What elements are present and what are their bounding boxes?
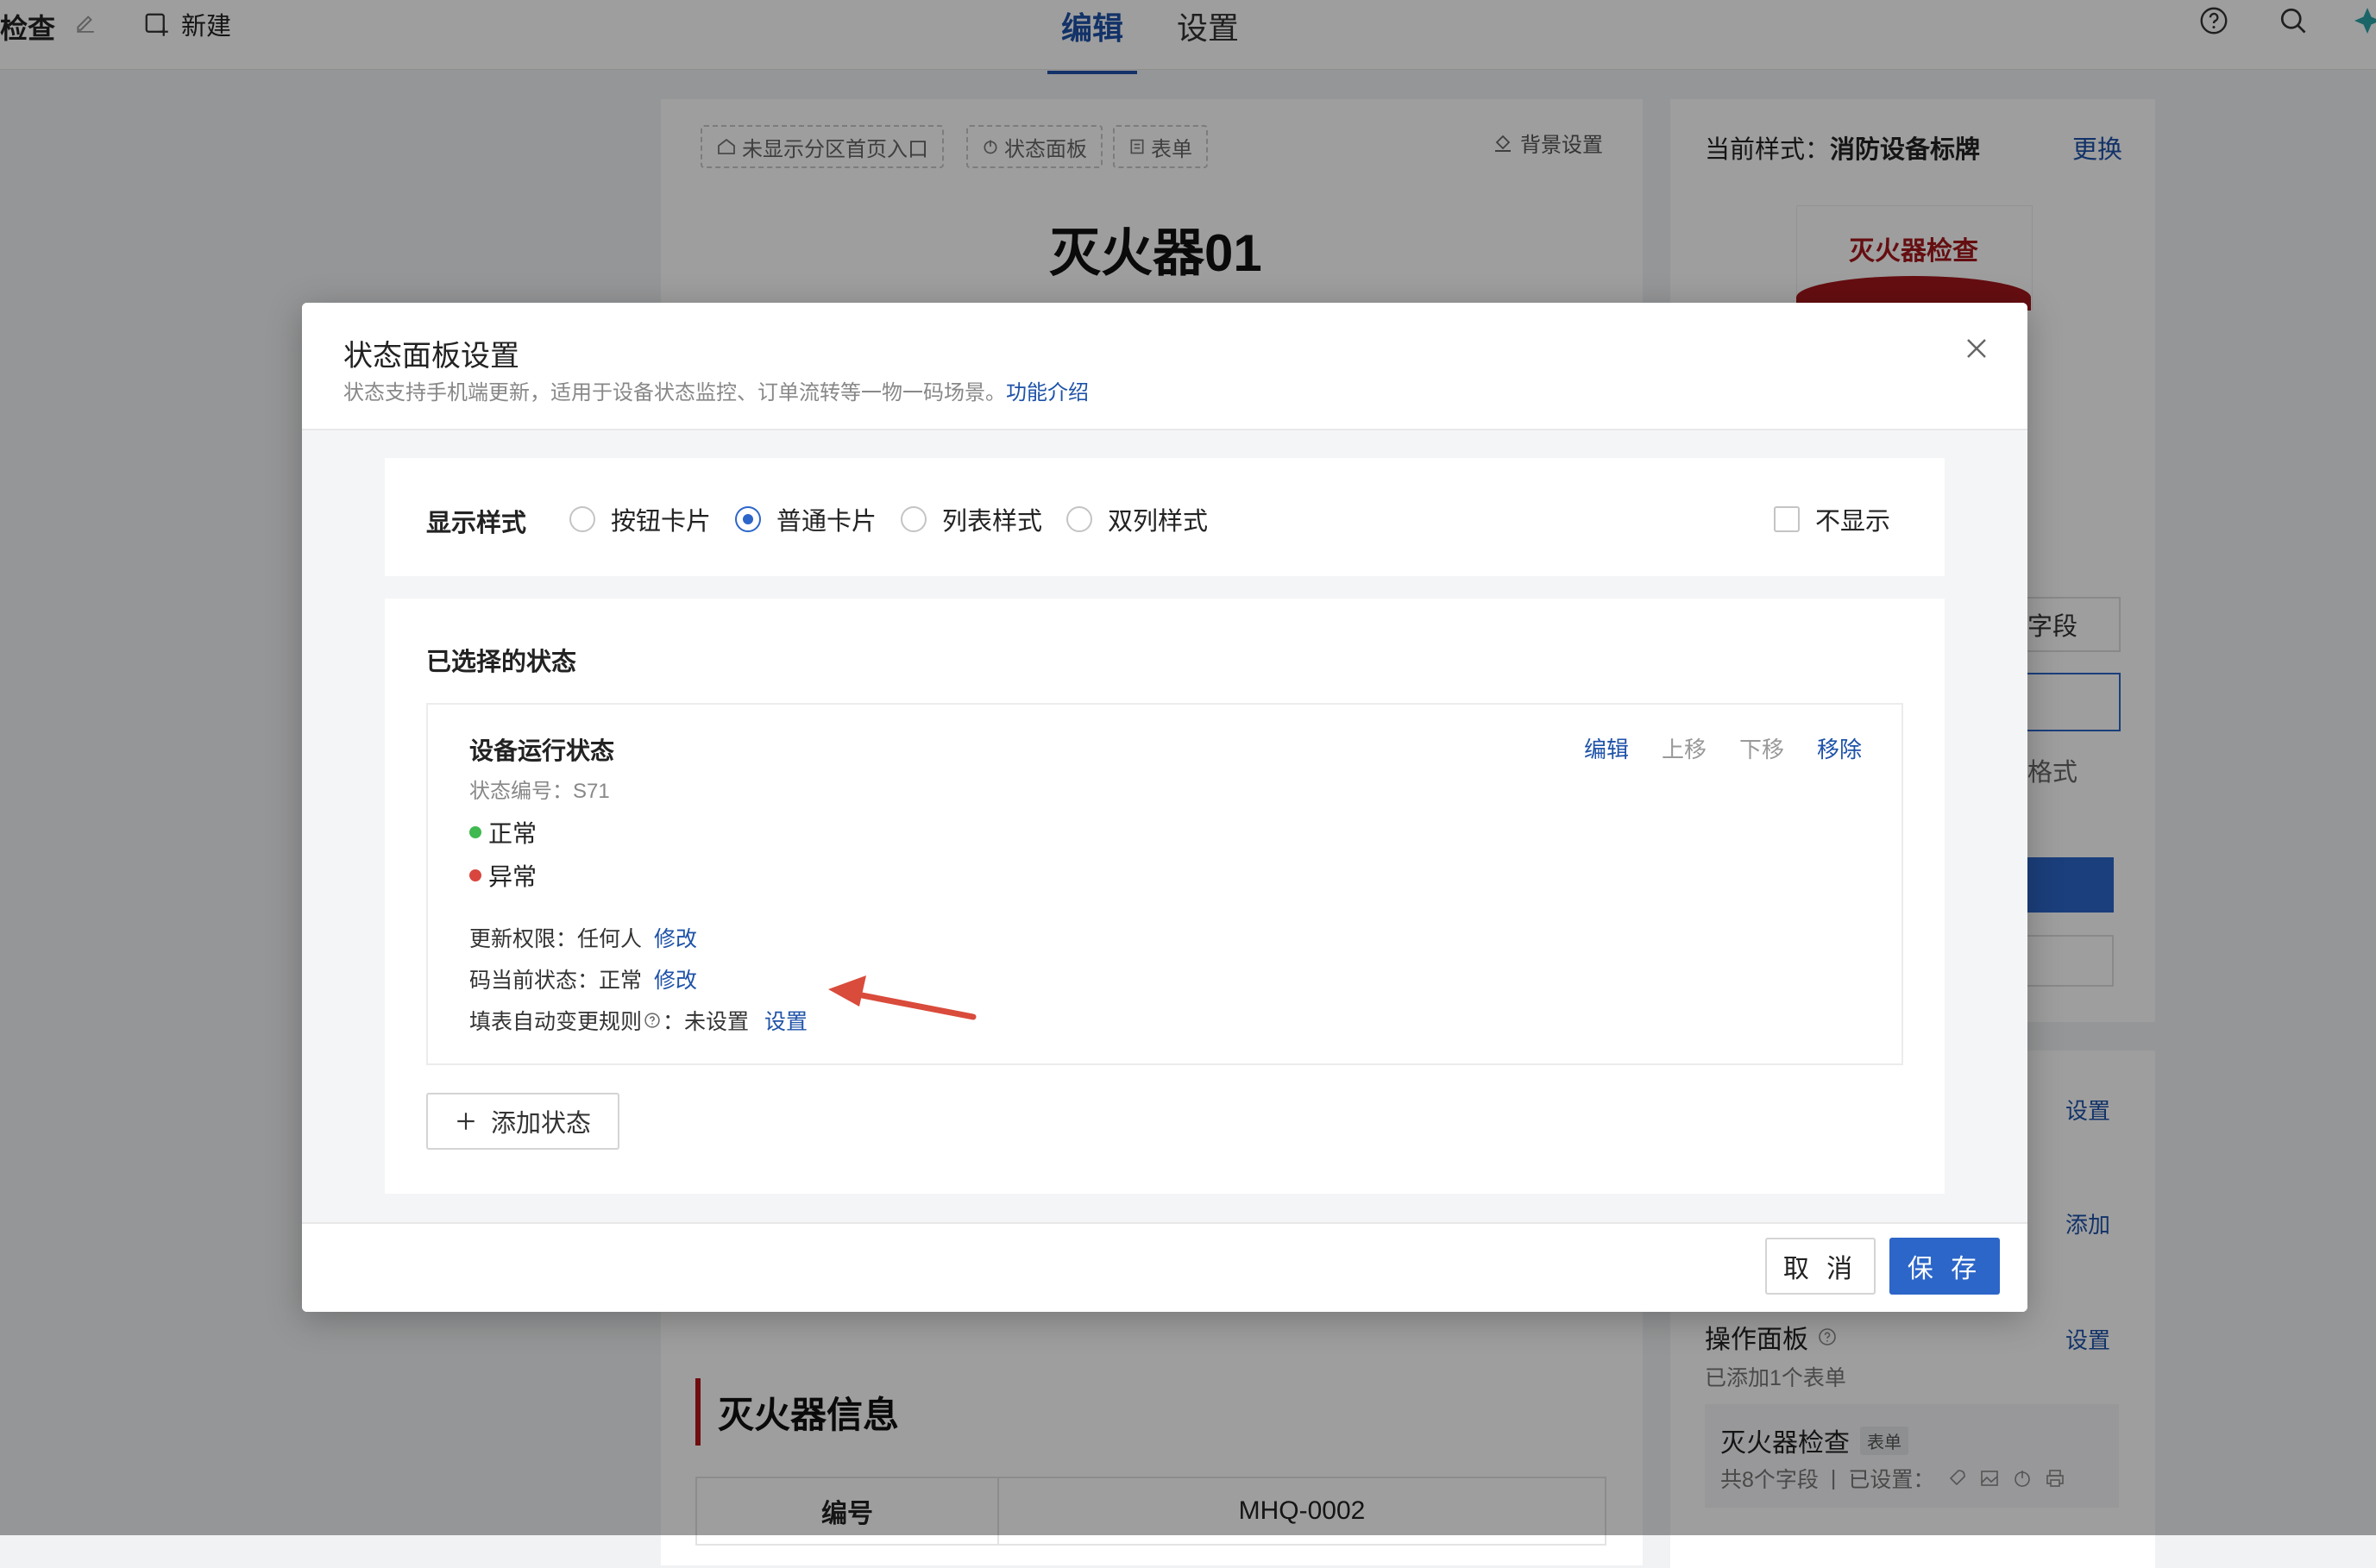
auto-change-rule-row: 填表自动变更规则 ：未设置 设置 bbox=[469, 1005, 808, 1036]
dialog-title: 状态面板设置 bbox=[343, 340, 519, 373]
radio-list-style[interactable]: 列表样式 bbox=[901, 501, 1042, 537]
state-name: 设备运行状态 bbox=[469, 737, 615, 764]
state-edit-link[interactable]: 编辑 bbox=[1584, 732, 1629, 764]
state-remove-link[interactable]: 移除 bbox=[1817, 732, 1862, 764]
dialog-header: 状态面板设置 状态支持手机端更新，适用于设备状态监控、订单流转等一物一码场景。功… bbox=[302, 303, 2027, 430]
radio-label: 普通卡片 bbox=[776, 508, 877, 536]
radio-circle bbox=[1066, 506, 1092, 532]
status-dot-red bbox=[469, 869, 481, 881]
meta-label: 填表自动变更规则 bbox=[469, 1010, 643, 1034]
display-style-label: 显示样式 bbox=[426, 510, 527, 537]
checkbox-label: 不显示 bbox=[1815, 508, 1891, 536]
state-option: 异常 bbox=[469, 858, 537, 893]
radio-circle bbox=[901, 506, 927, 532]
close-icon[interactable] bbox=[1964, 336, 1989, 361]
state-move-down-link[interactable]: 下移 bbox=[1739, 732, 1784, 764]
feature-intro-link[interactable]: 功能介绍 bbox=[1006, 381, 1089, 405]
status-panel-settings-dialog: 状态面板设置 状态支持手机端更新，适用于设备状态监控、订单流转等一物一码场景。功… bbox=[302, 303, 2027, 1312]
status-dot-green bbox=[469, 826, 481, 838]
add-state-label: 添加状态 bbox=[490, 1110, 591, 1138]
state-option-label: 异常 bbox=[488, 863, 537, 890]
save-button[interactable]: 保 存 bbox=[1889, 1238, 2000, 1295]
radio-circle-checked bbox=[735, 506, 761, 532]
current-status-row: 码当前状态：正常 修改 bbox=[469, 963, 697, 994]
meta-label: 码当前状态：正常 bbox=[469, 969, 643, 993]
meta-label: 更新权限：任何人 bbox=[469, 927, 643, 951]
selected-states-label: 已选择的状态 bbox=[426, 649, 577, 676]
plus-icon bbox=[457, 1113, 475, 1130]
state-move-up-link[interactable]: 上移 bbox=[1662, 732, 1707, 764]
radio-button-card[interactable]: 按钮卡片 bbox=[569, 501, 711, 537]
state-option: 正常 bbox=[469, 815, 537, 850]
radio-label: 按钮卡片 bbox=[611, 508, 712, 536]
modify-status-link[interactable]: 修改 bbox=[654, 963, 697, 994]
checkbox-box bbox=[1774, 506, 1800, 532]
radio-label: 列表样式 bbox=[942, 508, 1043, 536]
radio-circle bbox=[569, 506, 595, 532]
set-rule-link[interactable]: 设置 bbox=[764, 1005, 808, 1036]
cancel-button[interactable]: 取 消 bbox=[1765, 1238, 1876, 1295]
display-style-section: 显示样式 按钮卡片 普通卡片 列表样式 双列样式 不显示 bbox=[385, 458, 1945, 576]
meta-value: ：未设置 bbox=[663, 1010, 750, 1034]
state-card: 设备运行状态 状态编号：S71 编辑 上移 下移 移除 正常 异常 更新权限：任… bbox=[426, 703, 1903, 1065]
hide-checkbox[interactable]: 不显示 bbox=[1774, 501, 1890, 537]
radio-two-column-style[interactable]: 双列样式 bbox=[1066, 501, 1208, 537]
update-permission-row: 更新权限：任何人 修改 bbox=[469, 922, 697, 953]
add-state-button[interactable]: 添加状态 bbox=[426, 1093, 619, 1150]
dialog-description: 状态支持手机端更新，适用于设备状态监控、订单流转等一物一码场景。功能介绍 bbox=[343, 375, 1089, 405]
modify-permission-link[interactable]: 修改 bbox=[654, 922, 697, 953]
annotation-arrow bbox=[828, 975, 977, 1020]
help-icon[interactable] bbox=[644, 1012, 661, 1029]
state-code: 状态编号：S71 bbox=[469, 780, 610, 803]
dialog-description-text: 状态支持手机端更新，适用于设备状态监控、订单流转等一物一码场景。 bbox=[343, 381, 1006, 405]
state-option-label: 正常 bbox=[488, 820, 537, 847]
radio-label: 双列样式 bbox=[1108, 508, 1209, 536]
radio-normal-card[interactable]: 普通卡片 bbox=[735, 501, 877, 537]
